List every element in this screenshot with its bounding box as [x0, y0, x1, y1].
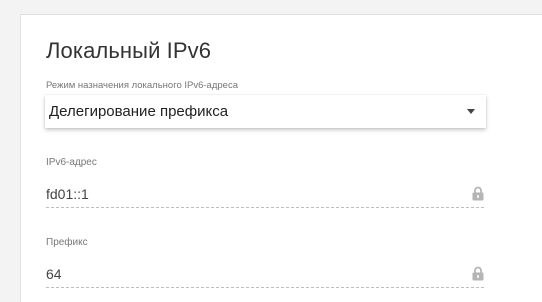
section-title: Локальный IPv6	[46, 38, 212, 63]
mode-select-label: Режим назначения локального IPv6-адреса	[46, 80, 238, 91]
mode-select[interactable]: Делегирование префикса	[45, 95, 486, 128]
ipv6-address-label: IPv6-адрес	[46, 157, 97, 168]
lock-icon	[472, 266, 484, 281]
ipv6-address-field: fd01::1	[46, 182, 484, 208]
prefix-value: 64	[46, 266, 62, 282]
prefix-field: 64	[46, 262, 484, 288]
mode-select-value: Делегирование префикса	[49, 103, 229, 120]
ipv6-address-value: fd01::1	[46, 186, 89, 202]
prefix-label: Префикс	[46, 237, 88, 248]
lock-icon	[472, 186, 484, 201]
settings-card: Локальный IPv6 Режим назначения локально…	[20, 14, 542, 302]
dropdown-arrow-icon[interactable]	[467, 109, 475, 114]
